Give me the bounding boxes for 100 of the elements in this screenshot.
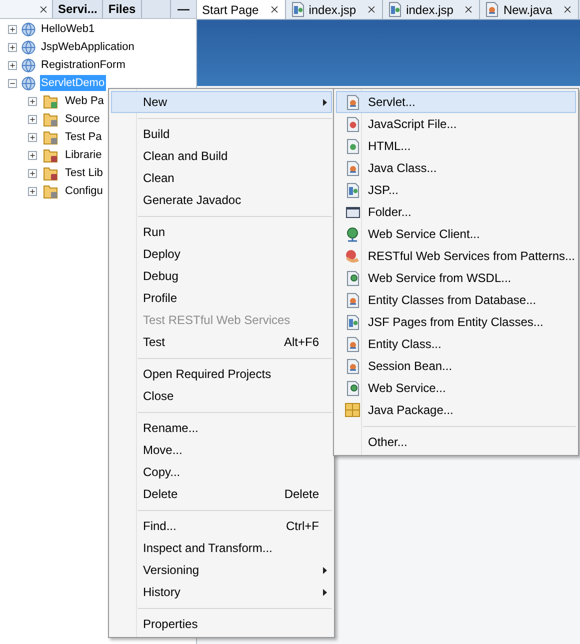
expand-toggle[interactable] [8,60,17,70]
close-icon[interactable] [463,4,474,15]
web-service-icon [346,380,360,396]
library-folder-icon [43,165,59,181]
close-icon[interactable] [562,4,574,15]
plus-icon [29,170,36,176]
jsp-file-icon [346,314,360,330]
menu-item[interactable]: Close [111,385,332,407]
web-folder-icon [43,93,59,109]
tree-item[interactable]: RegistrationForm [40,57,126,73]
tree-item[interactable]: Configu [65,182,103,200]
jsp-file-icon [290,2,305,17]
html-file-icon [346,138,360,154]
menu-item[interactable]: Rename... [111,417,332,439]
collapse-toggle[interactable] [8,78,17,88]
tree-item[interactable]: JspWebApplication [40,39,136,55]
menu-item[interactable]: Debug [111,265,332,287]
menu-item[interactable]: Web Service... [336,377,576,399]
jsp-file-icon [388,2,402,17]
menu-item[interactable]: Profile [111,287,332,309]
menu-item[interactable]: Inspect and Transform... [111,537,332,559]
menu-item[interactable]: Entity Class... [336,333,576,355]
globe-icon [21,76,36,90]
script-file-icon [346,116,360,132]
config-folder-icon [43,183,59,199]
plus-icon [9,26,16,32]
menu-item[interactable]: Open Required Projects [111,363,332,385]
menu-item[interactable]: Properties [111,613,332,635]
java-file-icon [346,336,360,352]
menu-item[interactable]: Test Alt+F6 [111,331,332,353]
menu-item[interactable]: Generate Javadoc [111,189,332,211]
editor-tab[interactable]: Start Page [197,0,286,19]
plus-icon [9,62,16,68]
java-file-icon [346,358,360,374]
menu-item[interactable]: Other... [336,431,576,453]
menu-item[interactable]: Web Service from WSDL... [336,267,576,289]
editor-tab[interactable]: New.java [480,0,580,19]
menu-item[interactable]: JSF Pages from Entity Classes... [336,311,576,333]
editor-tab[interactable]: index.jsp [383,0,480,19]
menu-item[interactable]: Folder... [336,201,576,223]
menu-item[interactable]: Versioning [111,559,332,581]
library-folder-icon [43,147,59,163]
globe-icon [21,58,36,72]
menu-item[interactable]: HTML... [336,135,576,157]
menu-item[interactable]: Clean and Build [111,145,332,167]
menu-item[interactable]: Java Package... [336,399,576,421]
expand-toggle[interactable] [8,42,17,52]
tree-item[interactable]: Web Pa [65,92,104,110]
menu-item[interactable]: Build [111,123,332,145]
tree-item[interactable]: Test Pa [65,128,102,146]
hand-icon [344,248,360,264]
menu-item[interactable]: Entity Classes from Database... [336,289,576,311]
menu-item[interactable]: Deploy [111,243,332,265]
submenu-arrow-icon [323,98,327,106]
globe-icon [21,40,36,54]
globe-stand-icon [345,226,360,242]
menu-item[interactable]: Move... [111,439,332,461]
close-icon[interactable] [38,4,49,14]
expand-toggle[interactable] [28,168,37,178]
menu-item[interactable]: Session Bean... [336,355,576,377]
menu-item[interactable]: JavaScript File... [336,113,576,135]
expand-toggle[interactable] [28,114,37,124]
menu-item[interactable]: Find... Ctrl+F [111,515,332,537]
menu-item[interactable]: History [111,581,332,603]
plus-icon [29,134,36,140]
plus-icon [9,44,16,50]
java-file-icon [346,292,360,308]
close-icon[interactable] [268,4,280,15]
menu-item[interactable]: New [111,91,332,113]
tree-item[interactable]: Librarie [65,146,102,164]
expand-toggle[interactable] [8,24,17,34]
jsp-file-icon [346,182,360,198]
plus-icon [29,152,36,158]
expand-toggle[interactable] [28,150,37,160]
close-icon[interactable] [366,4,378,15]
expand-toggle[interactable] [28,186,37,196]
package-folder-icon [43,129,59,145]
editor-tab[interactable]: index.jsp [286,0,384,19]
java-file-icon [346,160,360,176]
expand-toggle[interactable] [28,96,37,106]
java-file-icon [485,2,500,17]
menu-item[interactable]: RESTful Web Services from Patterns... [336,245,576,267]
tree-item[interactable]: HelloWeb1 [40,21,96,37]
plus-icon [29,116,36,122]
plus-icon [29,98,36,104]
menu-item[interactable]: Clean [111,167,332,189]
minimize-button[interactable]: — [170,0,196,18]
menu-item[interactable]: Copy... [111,461,332,483]
tree-item[interactable]: Source [65,110,100,128]
tree-item[interactable]: Test Lib [65,164,103,182]
menu-item[interactable]: Run [111,221,332,243]
package-folder-icon [43,111,59,127]
expand-toggle[interactable] [28,132,37,142]
menu-item[interactable]: Web Service Client... [336,223,576,245]
submenu-arrow-icon [323,588,327,596]
folder-icon [346,206,360,218]
menu-item[interactable]: Delete Delete [111,483,332,505]
menu-item[interactable]: Java Class... [336,157,576,179]
menu-item[interactable]: JSP... [336,179,576,201]
menu-item[interactable]: Servlet... [336,91,576,113]
